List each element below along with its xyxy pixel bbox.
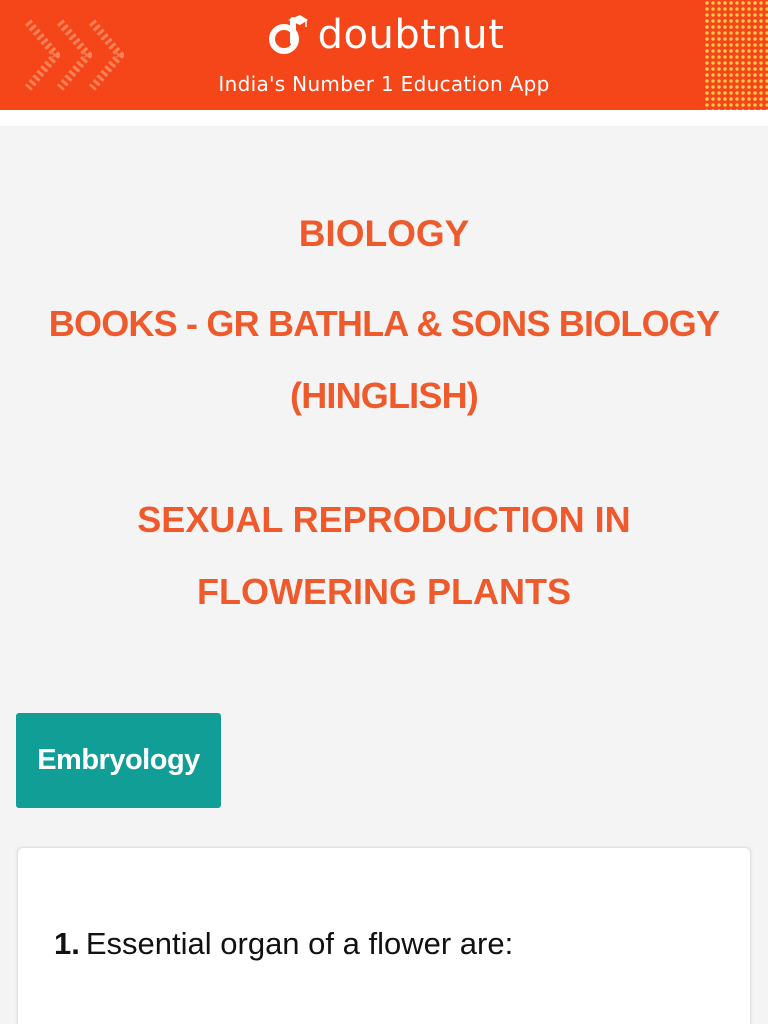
book-title-line1: BOOKS - GR BATHLA & SONS BIOLOGY	[48, 303, 720, 344]
document-content: BIOLOGY BOOKS - GR BATHLA & SONS BIOLOGY…	[0, 126, 768, 1024]
header-separator	[0, 110, 768, 126]
book-title-line2: (HINGLISH)	[290, 375, 479, 416]
tagline: India's Number 1 Education App	[218, 72, 550, 96]
app-header-banner: doubtnut India's Number 1 Education App	[0, 0, 768, 110]
chapter-title-line1: SEXUAL REPRODUCTION IN	[137, 499, 631, 540]
chapter-title-line2: FLOWERING PLANTS	[197, 571, 571, 612]
question-card[interactable]: 1. Essential organ of a flower are:	[17, 847, 751, 1024]
question-number: 1.	[54, 926, 80, 961]
brand[interactable]: doubtnut	[0, 12, 768, 62]
chapter-title: SEXUAL REPRODUCTION IN FLOWERING PLANTS	[0, 484, 768, 628]
question-text: Essential organ of a flower are:	[85, 926, 514, 961]
question-text-line: 1. Essential organ of a flower are:	[54, 926, 513, 962]
page: doubtnut India's Number 1 Education App …	[0, 0, 768, 1024]
section-label-embryology[interactable]: Embryology	[16, 713, 221, 808]
book-title: BOOKS - GR BATHLA & SONS BIOLOGY (HINGLI…	[0, 288, 768, 432]
doubtnut-logo-icon	[268, 15, 308, 54]
subject-title: BIOLOGY	[298, 213, 470, 254]
brand-name: doubtnut	[317, 12, 505, 58]
